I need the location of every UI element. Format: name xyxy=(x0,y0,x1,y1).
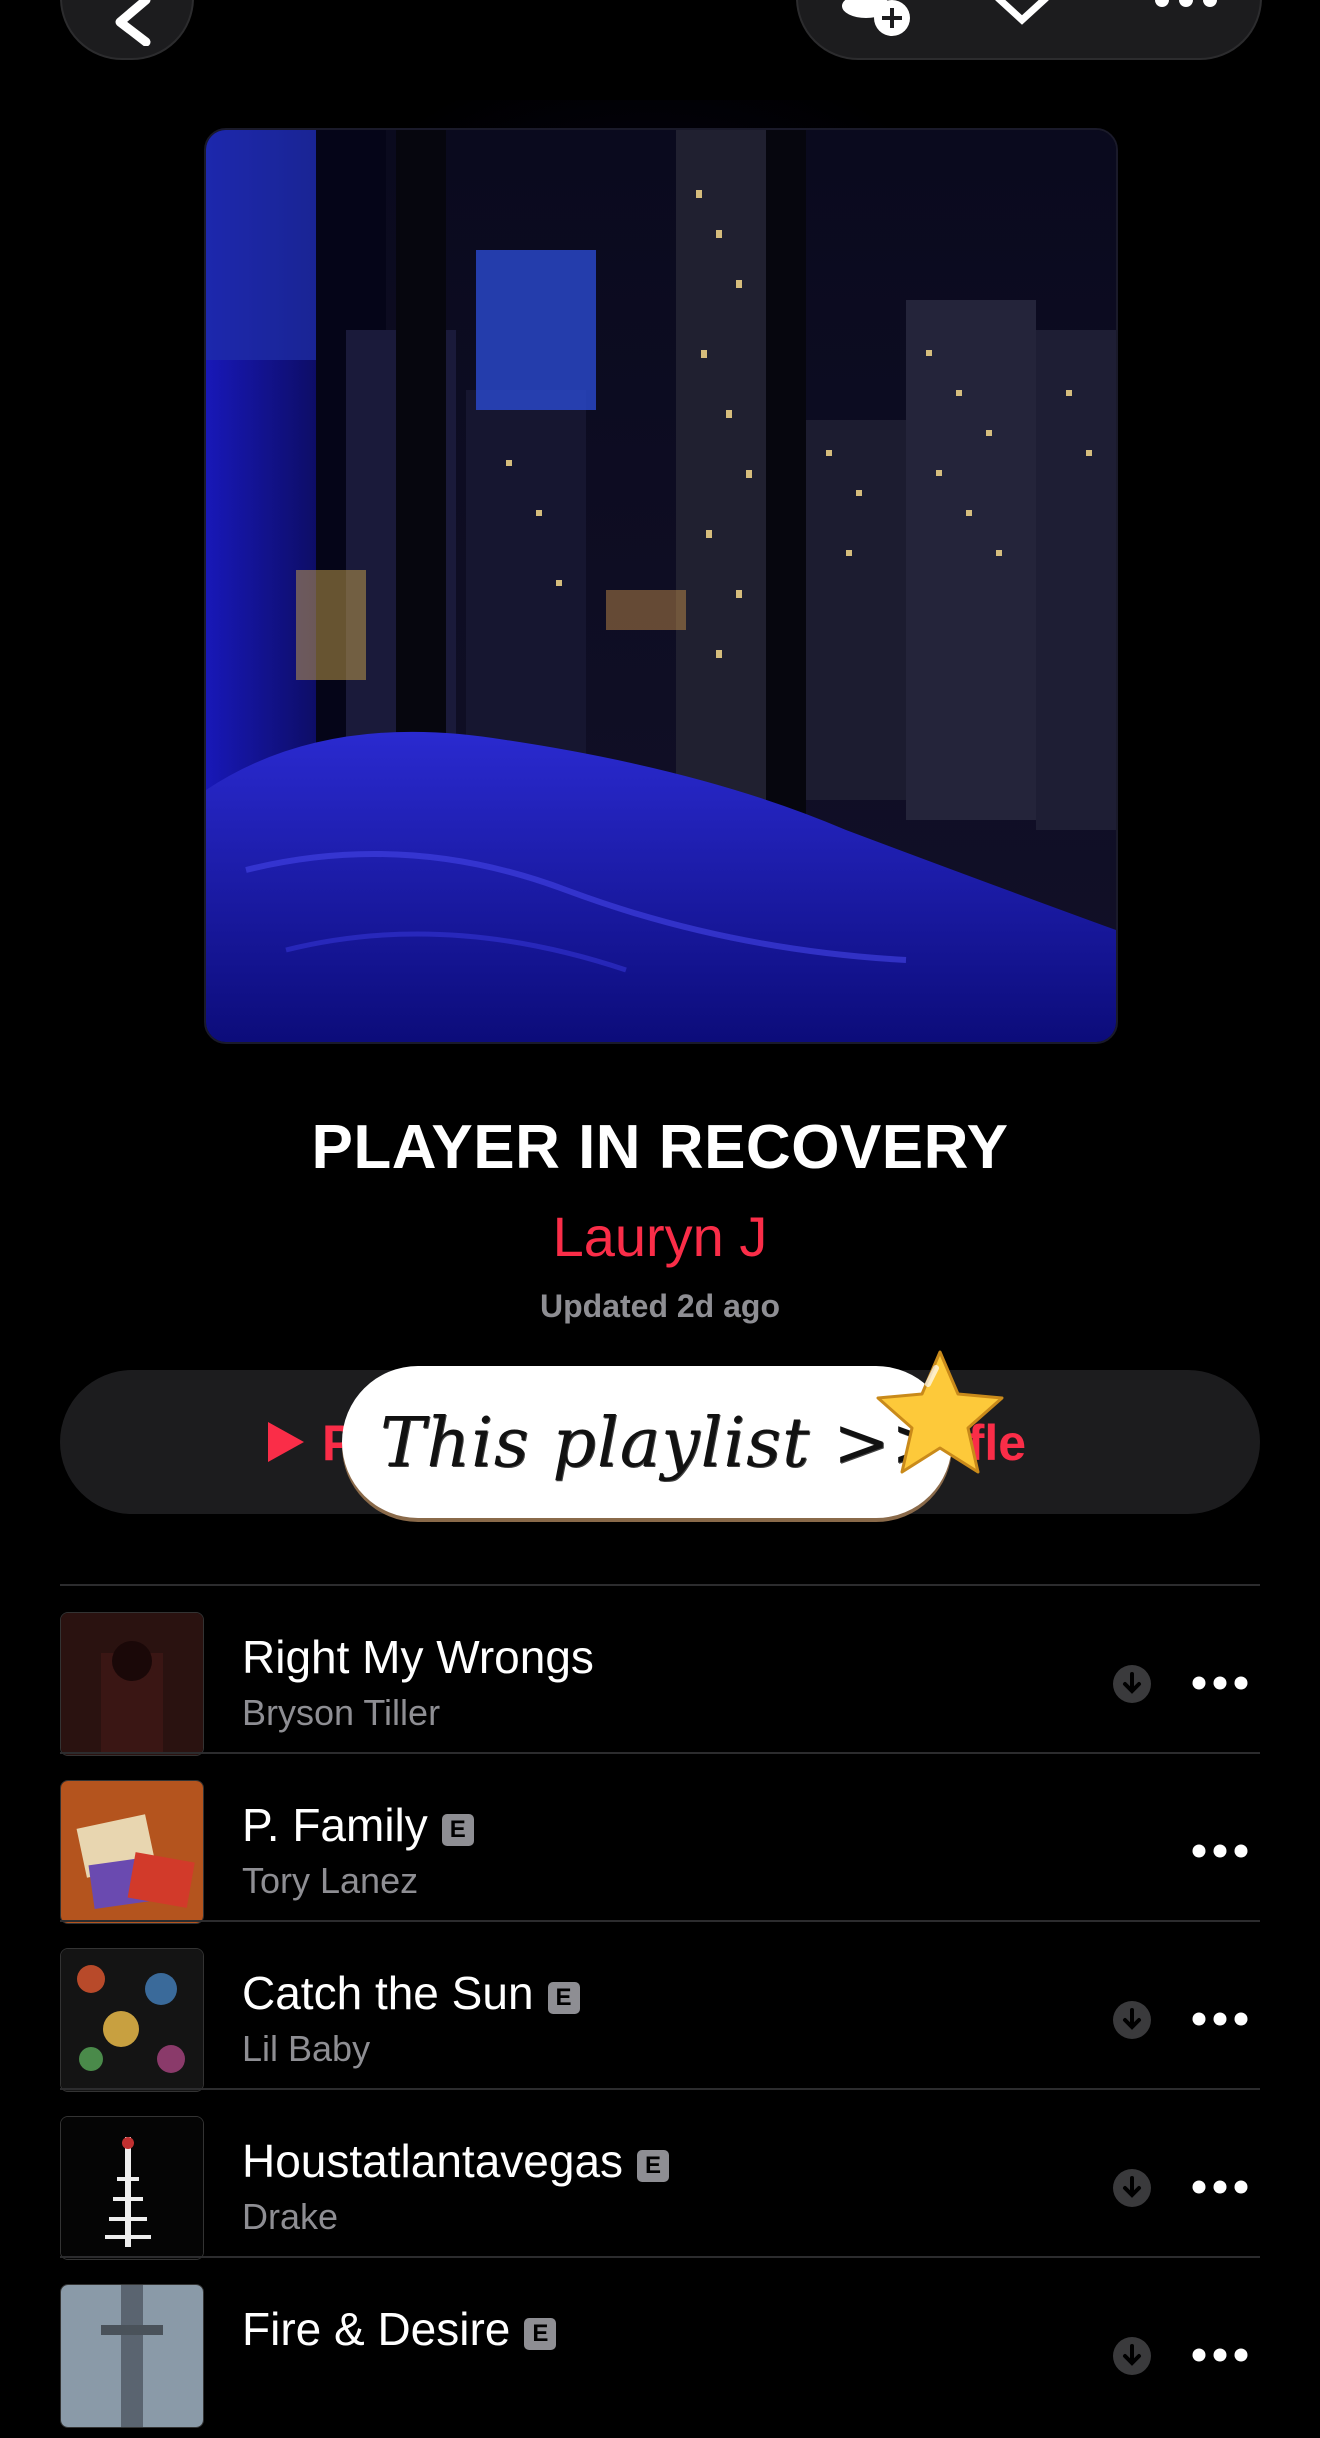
song-more-icon[interactable] xyxy=(1192,2348,1248,2362)
album-artwork xyxy=(60,1948,204,2092)
song-more-icon[interactable] xyxy=(1192,2012,1248,2026)
overlay-sticker: This playlist >> xyxy=(342,1366,952,1518)
album-artwork xyxy=(60,2284,204,2428)
curator-link[interactable]: Lauryn J xyxy=(0,1204,1320,1269)
song-title: Houstatlantavegas E xyxy=(242,2134,670,2188)
explicit-badge: E xyxy=(547,1982,580,2014)
list-divider xyxy=(60,1920,1260,1922)
back-button[interactable] xyxy=(60,0,194,60)
song-artist: Tory Lanez xyxy=(242,1860,419,1901)
song-row[interactable]: Houstatlantavegas E Drake xyxy=(60,2102,1260,2270)
album-artwork xyxy=(60,1780,204,1924)
song-artist: Bryson Tiller xyxy=(242,1692,441,1733)
playlist-title: PLAYER IN RECOVERY xyxy=(311,1113,1009,1182)
song-title: Right My Wrongs xyxy=(242,1631,594,1683)
song-row[interactable]: Fire & Desire E xyxy=(60,2270,1260,2438)
add-person-icon[interactable] xyxy=(836,0,916,58)
song-artist: Drake xyxy=(242,2196,339,2237)
header-actions xyxy=(796,0,1262,60)
list-divider xyxy=(60,1584,1260,1586)
star-icon xyxy=(876,1350,1004,1474)
song-more-icon[interactable] xyxy=(1192,2180,1248,2194)
explicit-badge: E xyxy=(637,2150,670,2182)
list-divider xyxy=(60,2088,1260,2090)
playlist-artwork xyxy=(204,128,1118,1044)
song-title: Fire & Desire E xyxy=(242,2302,557,2356)
song-row[interactable]: Right My Wrongs Bryson Tiller xyxy=(60,1598,1260,1766)
explicit-badge: E xyxy=(441,1814,474,1846)
download-status-icon[interactable] xyxy=(1112,1664,1152,1704)
download-status-icon[interactable] xyxy=(1112,2168,1152,2208)
more-icon[interactable] xyxy=(1154,0,1218,12)
song-row[interactable]: P. Family E Tory Lanez xyxy=(60,1766,1260,1934)
song-title: P. Family E xyxy=(242,1798,474,1852)
sticker-text: This playlist >> xyxy=(380,1404,949,1483)
list-divider xyxy=(60,1752,1260,1754)
download-status-icon[interactable] xyxy=(1112,2000,1152,2040)
download-status-icon[interactable] xyxy=(1112,2336,1152,2376)
chevron-left-icon xyxy=(115,0,151,46)
play-icon xyxy=(268,1422,304,1462)
album-artwork xyxy=(60,1612,204,1756)
list-divider xyxy=(60,2256,1260,2258)
song-title: Catch the Sun E xyxy=(242,1966,580,2020)
download-icon[interactable] xyxy=(992,0,1052,38)
song-more-icon[interactable] xyxy=(1192,1676,1248,1690)
song-more-icon[interactable] xyxy=(1192,1844,1248,1858)
explicit-badge: E xyxy=(524,2318,557,2350)
updated-label: Updated 2d ago xyxy=(539,1288,780,1324)
song-artist: Lil Baby xyxy=(242,2028,371,2069)
song-row[interactable]: Catch the Sun E Lil Baby xyxy=(60,1934,1260,2102)
album-artwork xyxy=(60,2116,204,2260)
